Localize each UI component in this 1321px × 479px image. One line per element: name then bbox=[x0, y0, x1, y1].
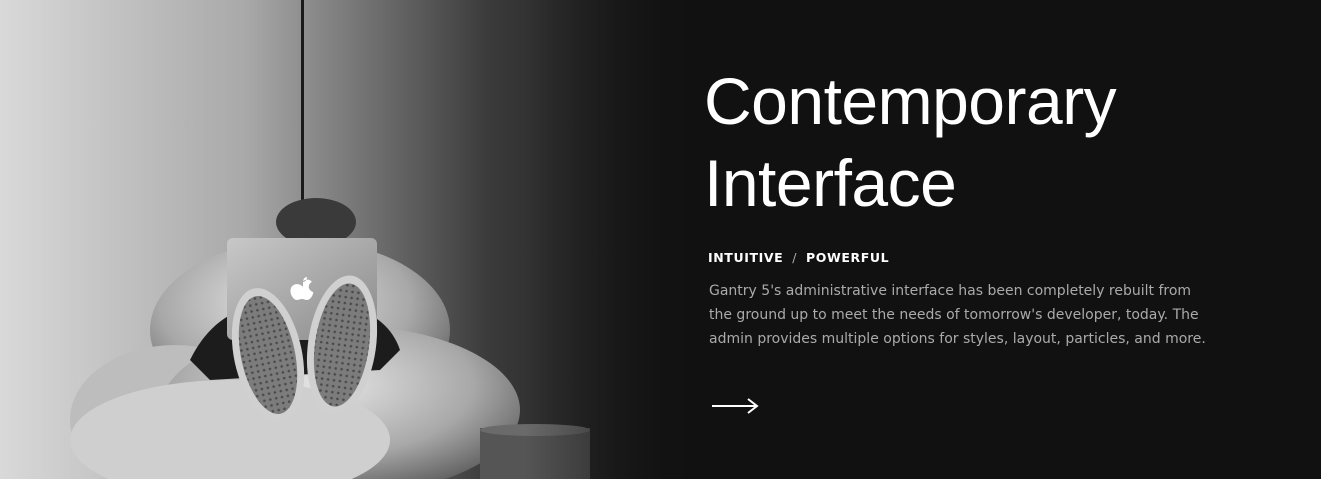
hero-content: Contemporary Interface INTUITIVE / POWERFU… bbox=[704, 60, 1304, 365]
hero-title-line-1: Contemporary bbox=[704, 64, 1117, 138]
hero-title: Contemporary Interface bbox=[704, 60, 1304, 224]
hero-photo bbox=[0, 0, 700, 479]
tag-separator: / bbox=[792, 250, 798, 265]
tag-intuitive: INTUITIVE bbox=[708, 250, 784, 265]
tag-powerful: POWERFUL bbox=[806, 250, 890, 265]
hero-description: Gantry 5's administrative interface has … bbox=[709, 283, 1206, 347]
hero-tags: INTUITIVE / POWERFUL bbox=[708, 250, 1304, 265]
hero-section: Contemporary Interface INTUITIVE / POWERFU… bbox=[0, 0, 1321, 479]
right-arrow-icon[interactable] bbox=[710, 392, 762, 420]
hero-title-line-2: Interface bbox=[704, 146, 957, 220]
